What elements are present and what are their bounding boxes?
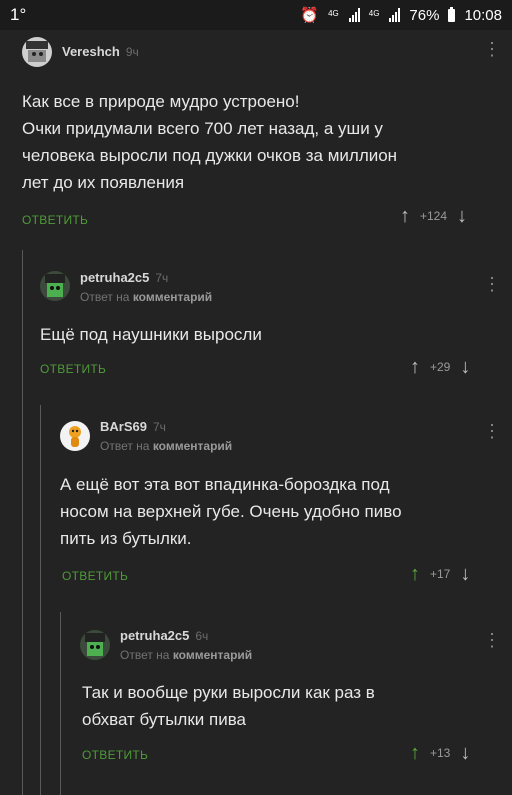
comment-time: 6ч: [195, 629, 209, 643]
network-4g-indicator: 4G: [328, 8, 339, 18]
menu-icon[interactable]: ⋮: [483, 40, 501, 58]
status-left-indicator: 1°: [10, 5, 27, 24]
alarm-icon: ⏰: [300, 7, 320, 24]
upvote-icon[interactable]: ↑: [400, 206, 410, 226]
parent-comment-link[interactable]: комментарий: [173, 648, 252, 662]
battery-percent: 76%: [409, 6, 440, 24]
parent-comment-link[interactable]: комментарий: [133, 290, 212, 304]
reply-button[interactable]: ОТВЕТИТЬ: [62, 569, 128, 583]
reply-button[interactable]: ОТВЕТИТЬ: [40, 362, 106, 376]
reply-button[interactable]: ОТВЕТИТЬ: [82, 748, 148, 762]
comment-author[interactable]: petruha2c5 7ч: [80, 270, 168, 285]
comment-body: Ещё под наушники выросли: [40, 325, 262, 344]
menu-icon[interactable]: ⋮: [483, 631, 501, 649]
downvote-icon[interactable]: ↓: [460, 743, 470, 763]
vote-controls: ↑ +17 ↓: [410, 564, 470, 584]
comment-author[interactable]: Vereshch 9ч: [62, 44, 139, 59]
vote-controls: ↑ +13 ↓: [410, 743, 470, 763]
avatar[interactable]: [60, 421, 90, 451]
avatar[interactable]: [40, 271, 70, 301]
upvote-icon[interactable]: ↑: [410, 357, 420, 377]
comment-time: 7ч: [152, 420, 166, 434]
comment-time: 7ч: [155, 271, 169, 285]
status-bar: 1° ⏰ 4G 4G 76% 10:08: [0, 0, 512, 30]
comment-time: 9ч: [125, 45, 139, 59]
menu-icon[interactable]: ⋮: [483, 275, 501, 293]
parent-comment-link[interactable]: комментарий: [153, 439, 232, 453]
thread-line-level2: [40, 405, 41, 795]
downvote-icon[interactable]: ↓: [457, 206, 467, 226]
thread-line-level1: [22, 250, 23, 795]
comment-body: Как все в природе мудро устроено! Очки п…: [22, 92, 398, 192]
thread-line-level3: [60, 612, 61, 795]
avatar[interactable]: [80, 630, 110, 660]
score: +124: [420, 209, 448, 223]
reply-to-line: Ответ на комментарий: [100, 439, 233, 453]
avatar[interactable]: [22, 37, 52, 67]
score: +13: [430, 746, 451, 760]
comment-body: Так и вообще руки выросли как раз в обхв…: [82, 683, 375, 729]
menu-icon[interactable]: ⋮: [483, 422, 501, 440]
clock: 10:08: [464, 6, 502, 24]
score: +17: [430, 567, 451, 581]
comment-body: А ещё вот эта вот впадинка-бороздка под …: [60, 475, 402, 548]
score: +29: [430, 360, 451, 374]
signal-icon-2: [389, 8, 401, 22]
upvote-icon[interactable]: ↑: [410, 743, 420, 763]
battery-icon: [448, 6, 456, 22]
reply-to-line: Ответ на комментарий: [80, 290, 213, 304]
reply-button[interactable]: ОТВЕТИТЬ: [22, 213, 88, 227]
comment-author[interactable]: BArS69 7ч: [100, 419, 166, 434]
vote-controls: ↑ +29 ↓: [410, 357, 470, 377]
signal-icon: [348, 8, 360, 22]
downvote-icon[interactable]: ↓: [460, 357, 470, 377]
vote-controls: ↑ +124 ↓: [400, 206, 467, 226]
network-4g-indicator-2: 4G: [368, 8, 380, 18]
downvote-icon[interactable]: ↓: [460, 564, 470, 584]
upvote-icon[interactable]: ↑: [410, 564, 420, 584]
comment-author[interactable]: petruha2c5 6ч: [120, 628, 208, 643]
reply-to-line: Ответ на комментарий: [120, 648, 253, 662]
